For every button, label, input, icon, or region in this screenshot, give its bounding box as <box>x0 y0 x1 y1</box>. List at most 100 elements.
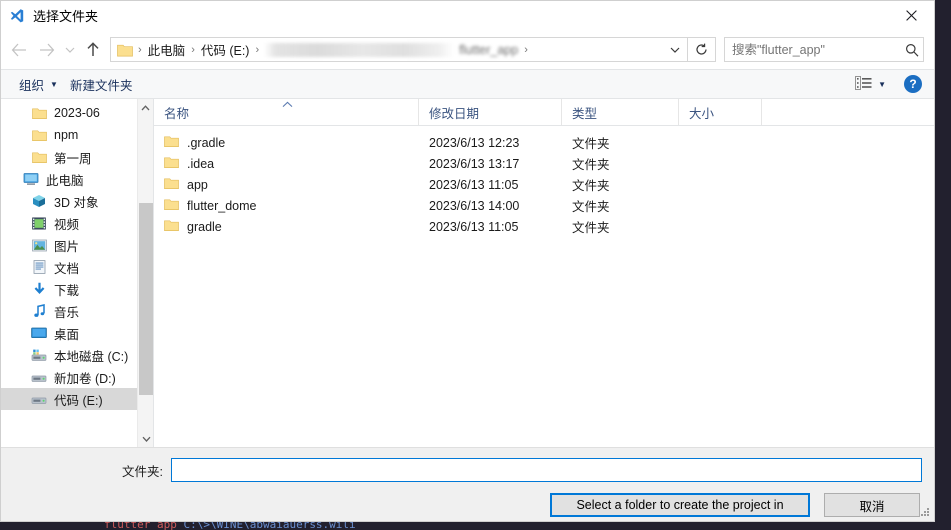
folder-icon <box>31 149 47 165</box>
file-name: .idea <box>187 156 215 171</box>
folder-icon <box>164 135 179 151</box>
table-row[interactable]: .idea 2023/6/13 13:17 文件夹 <box>154 153 934 174</box>
sidebar-item-code-e[interactable]: 代码 (E:) <box>1 388 153 410</box>
system-drive-icon <box>31 347 47 363</box>
breadcrumb-redacted[interactable] <box>264 42 455 57</box>
breadcrumb-this-pc[interactable]: 此电脑 <box>145 40 189 59</box>
column-header-type[interactable]: 类型 <box>562 99 679 125</box>
search-input[interactable] <box>725 41 901 58</box>
column-header-date[interactable]: 修改日期 <box>419 99 562 125</box>
3d-objects-icon <box>31 193 47 209</box>
view-list-icon <box>855 75 872 93</box>
sidebar-item-pictures[interactable]: 图片 <box>1 234 137 256</box>
breadcrumb-separator: › <box>255 43 260 56</box>
sidebar-item-new-volume-d[interactable]: 新加卷 (D:) <box>1 366 137 388</box>
videos-icon <box>31 215 47 231</box>
sort-ascending-icon <box>282 100 293 110</box>
sidebar-item-music[interactable]: 音乐 <box>1 300 137 322</box>
resize-grip[interactable] <box>919 506 931 518</box>
sidebar-item-documents[interactable]: 文档 <box>1 256 137 278</box>
breadcrumb-separator: › <box>524 43 528 56</box>
pictures-icon <box>31 237 47 253</box>
sidebar-tree: 2023-06 npm 第一周 此电脑 3D 对象 视频 图片 文档 下载 音乐… <box>1 99 153 447</box>
sidebar-item-label: 代码 (E:) <box>54 393 103 408</box>
organize-label: 组织 <box>19 78 45 93</box>
view-mode-button[interactable]: ▼ <box>851 72 890 96</box>
sidebar-item-label: 新加卷 (D:) <box>54 371 116 386</box>
file-name-cell[interactable]: gradle <box>154 219 419 235</box>
scroll-down-chevron-down-icon[interactable] <box>138 430 153 447</box>
folder-picker-dialog: 选择文件夹 › 此电脑 › 代码 (E:) › flutter_app › 搜索… <box>0 0 935 522</box>
table-row[interactable]: flutter_dome 2023/6/13 14:00 文件夹 <box>154 195 934 216</box>
table-row[interactable]: app 2023/6/13 11:05 文件夹 <box>154 174 934 195</box>
dialog-content: 2023-06 npm 第一周 此电脑 3D 对象 视频 图片 文档 下载 音乐… <box>1 99 934 447</box>
file-list-pane: 名称 修改日期 类型 大小 .gradle 2023/6/13 12:23 文件… <box>154 99 934 447</box>
file-name-cell[interactable]: flutter_dome <box>154 198 419 214</box>
breadcrumb-drive-e[interactable]: 代码 (E:) <box>198 40 253 59</box>
file-type: 文件夹 <box>572 158 610 172</box>
file-list: .gradle 2023/6/13 12:23 文件夹 .idea 2023/6… <box>154 126 934 447</box>
sidebar-item-label: 桌面 <box>54 327 80 342</box>
sidebar-item-npm[interactable]: npm <box>1 124 137 146</box>
refresh-icon[interactable] <box>688 37 716 62</box>
file-name-cell[interactable]: app <box>154 177 419 193</box>
column-headers: 名称 修改日期 类型 大小 <box>154 99 934 126</box>
file-name: app <box>187 177 208 192</box>
file-name-cell[interactable]: .idea <box>154 156 419 172</box>
sidebar-item-label: 视频 <box>54 217 80 232</box>
select-folder-button[interactable]: Select a folder to create the project in <box>550 493 810 517</box>
column-header-label: 修改日期 <box>429 106 480 121</box>
sidebar-item-videos[interactable]: 视频 <box>1 212 137 234</box>
column-header-name[interactable]: 名称 <box>154 99 419 125</box>
sidebar-item-desktop[interactable]: 桌面 <box>1 322 137 344</box>
breadcrumb-flutter-app[interactable]: flutter_app <box>456 43 521 57</box>
table-row[interactable]: .gradle 2023/6/13 12:23 文件夹 <box>154 132 934 153</box>
search-icon[interactable] <box>901 43 923 57</box>
sidebar-item-label: 音乐 <box>54 305 80 320</box>
scrollbar-thumb[interactable] <box>139 203 153 395</box>
organize-button[interactable]: 组织 ▼ <box>13 72 64 96</box>
sidebar-item-downloads[interactable]: 下载 <box>1 278 137 300</box>
help-button[interactable]: ? <box>904 75 922 93</box>
file-name: gradle <box>187 219 222 234</box>
column-header-filler <box>762 99 934 125</box>
address-chevron-down-icon[interactable] <box>663 46 687 54</box>
folder-name-input[interactable] <box>171 458 922 482</box>
recent-locations-chevron-down-icon[interactable] <box>61 37 79 63</box>
sidebar-item-this-pc[interactable]: 此电脑 <box>1 168 137 190</box>
file-name: flutter_dome <box>187 198 257 213</box>
cancel-button[interactable]: 取消 <box>824 493 920 517</box>
column-header-size[interactable]: 大小 <box>679 99 762 125</box>
scroll-up-chevron-up-icon[interactable] <box>138 99 153 116</box>
sidebar-scrollbar[interactable] <box>137 99 153 447</box>
sidebar-item-label: 第一周 <box>54 151 92 166</box>
select-folder-label: Select a folder to create the project in <box>576 498 784 512</box>
sidebar-item-week-one[interactable]: 第一周 <box>1 146 137 168</box>
search-box[interactable] <box>724 37 924 62</box>
file-name-cell[interactable]: .gradle <box>154 135 419 151</box>
close-icon[interactable] <box>889 1 934 30</box>
music-icon <box>31 303 47 319</box>
downloads-icon <box>31 281 47 297</box>
drive-icon <box>31 391 47 407</box>
address-bar[interactable]: › 此电脑 › 代码 (E:) › flutter_app › <box>110 37 688 62</box>
sidebar-item-2023-06[interactable]: 2023-06 <box>1 102 137 124</box>
arrow-left-icon[interactable] <box>5 37 33 63</box>
arrow-right-icon[interactable] <box>33 37 61 63</box>
column-header-label: 类型 <box>572 106 598 121</box>
breadcrumb-separator: › <box>191 43 195 56</box>
folder-icon <box>164 219 179 235</box>
sidebar-item-local-disk-c[interactable]: 本地磁盘 (C:) <box>1 344 137 366</box>
arrow-up-icon[interactable] <box>79 37 107 63</box>
sidebar-item-3d-objects[interactable]: 3D 对象 <box>1 190 137 212</box>
drive-icon <box>31 369 47 385</box>
sidebar-item-label: 文档 <box>54 261 80 276</box>
folder-icon <box>31 105 47 121</box>
file-type: 文件夹 <box>572 221 610 235</box>
column-header-label: 大小 <box>689 106 715 121</box>
desktop-icon <box>31 325 47 341</box>
new-folder-button[interactable]: 新建文件夹 <box>64 72 139 96</box>
sidebar-item-label: 3D 对象 <box>54 195 99 210</box>
table-row[interactable]: gradle 2023/6/13 11:05 文件夹 <box>154 216 934 237</box>
sidebar-item-label: 2023-06 <box>54 106 100 120</box>
